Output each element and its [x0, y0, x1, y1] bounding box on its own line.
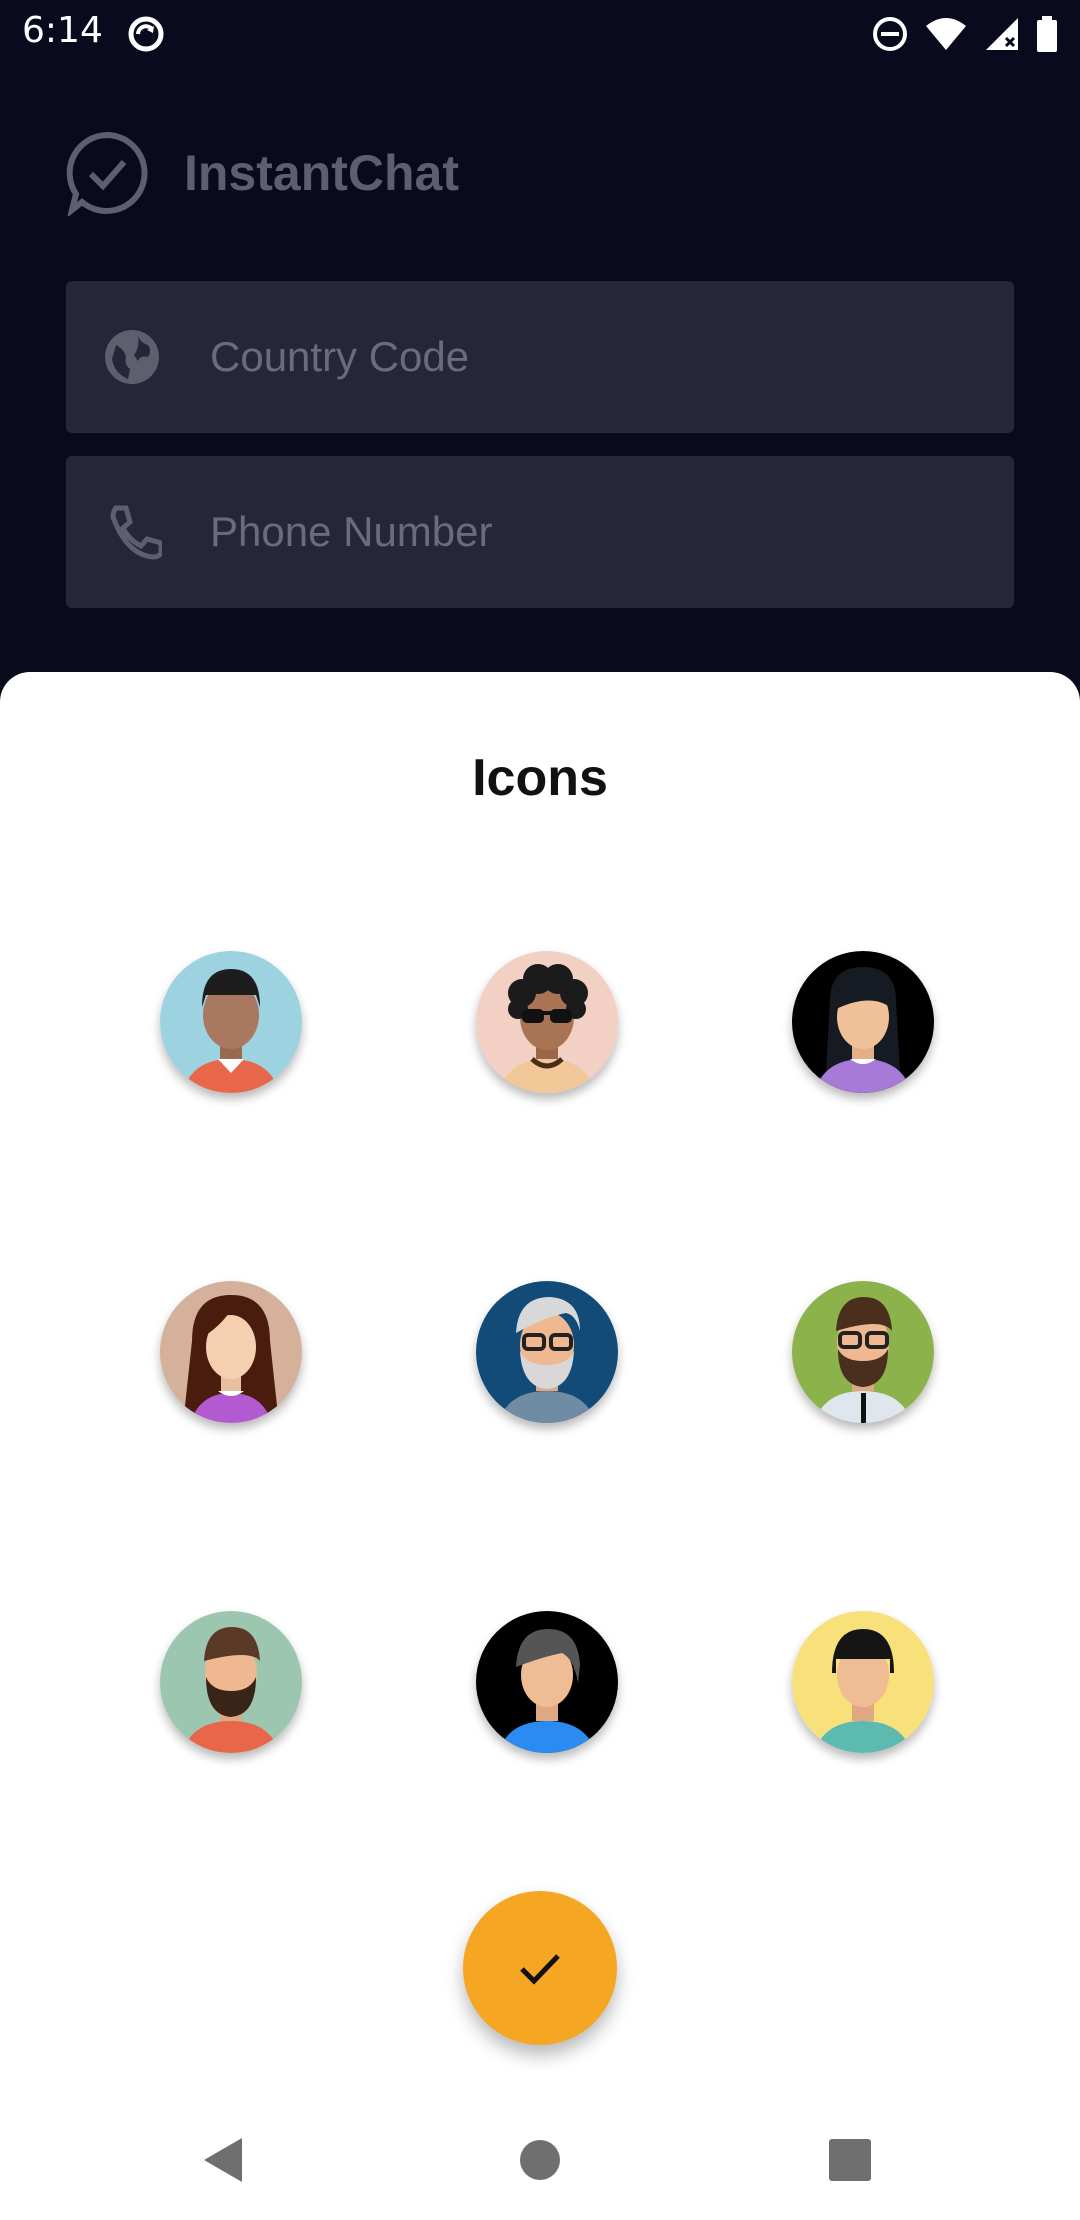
back-icon[interactable]	[196, 2130, 256, 2190]
wifi-icon	[926, 18, 966, 50]
do-not-disturb-icon	[873, 17, 907, 51]
chat-check-icon	[66, 131, 148, 216]
avatar-bearded-man-glasses[interactable]	[792, 1281, 934, 1423]
phone-number-placeholder: Phone Number	[210, 508, 493, 555]
app-title: InstantChat	[184, 145, 459, 201]
country-code-field[interactable]: Country Code	[66, 281, 1014, 433]
avatar-person-gray-hair[interactable]	[476, 1611, 618, 1753]
battery-icon	[1037, 16, 1057, 52]
phone-number-field[interactable]: Phone Number	[66, 456, 1014, 608]
signal-icon	[986, 18, 1018, 50]
avatar-bearded-man[interactable]	[160, 1611, 302, 1753]
globe-icon	[105, 330, 159, 384]
avatar-woman-bangs[interactable]	[792, 1611, 934, 1753]
system-nav-bar	[0, 2100, 1080, 2220]
avatar-man-curly-sunglasses[interactable]	[476, 951, 618, 1093]
confirm-button[interactable]	[463, 1891, 617, 2045]
sheet-title: Icons	[472, 749, 608, 807]
avatar-old-man-glasses[interactable]	[476, 1281, 618, 1423]
avatar-woman-long-hair[interactable]	[160, 1281, 302, 1423]
phone-icon	[110, 505, 162, 560]
recents-icon[interactable]	[820, 2130, 880, 2190]
sync-icon	[128, 16, 164, 52]
home-icon[interactable]	[510, 2130, 570, 2190]
check-icon	[520, 1954, 560, 1985]
status-time: 6:14	[22, 10, 103, 51]
app-header: InstantChat	[64, 130, 459, 216]
avatar-man-short-hair[interactable]	[160, 951, 302, 1093]
icon-picker-sheet: Icons	[0, 672, 1080, 2220]
avatar-woman-black-hair[interactable]	[792, 951, 934, 1093]
status-bar: 6:14	[0, 0, 1080, 66]
country-code-placeholder: Country Code	[210, 333, 470, 380]
